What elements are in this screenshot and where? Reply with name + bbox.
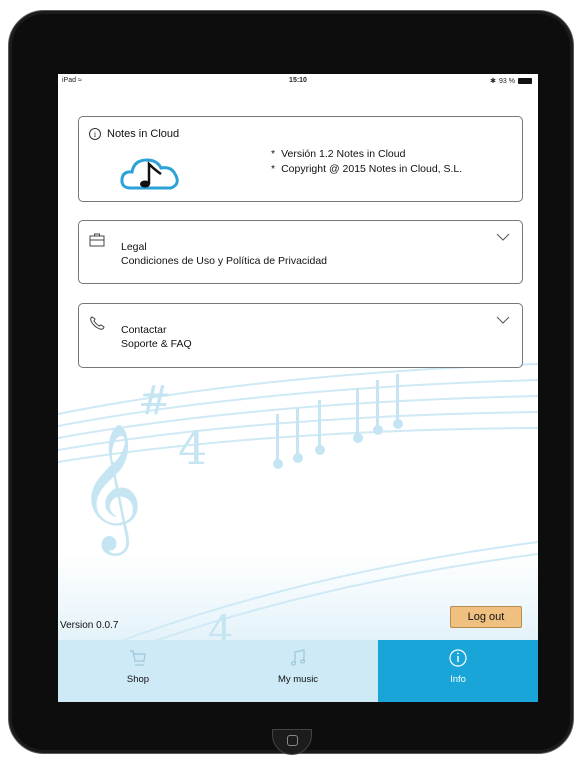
tab-shop[interactable]: Shop (58, 640, 218, 702)
about-card: i Notes in Cloud * Versión 1.2 Notes in C… (78, 116, 523, 202)
app-version: Version 0.0.7 (60, 620, 119, 631)
cart-icon (130, 650, 146, 666)
chevron-down-icon[interactable] (496, 316, 510, 324)
tab-bar: Shop My music Info (58, 640, 538, 702)
svg-text:4: 4 (178, 421, 207, 475)
status-bar: iPad ≈ 15:10 ✱ 93 % (58, 74, 538, 88)
battery-icon (518, 78, 532, 84)
home-square-icon (287, 735, 298, 746)
chevron-down-icon[interactable] (496, 233, 510, 241)
about-title: Notes in Cloud (107, 128, 180, 140)
logout-button[interactable]: Log out (450, 606, 522, 628)
version-line: Versión 1.2 Notes in Cloud (281, 148, 406, 160)
legal-title: Legal (121, 241, 147, 253)
tab-my-music[interactable]: My music (218, 640, 378, 702)
app-screen: iPad ≈ 15:10 ✱ 93 % 𝄞 # 4 4 i Notes in C… (58, 74, 538, 702)
briefcase-icon (89, 233, 105, 247)
contact-card[interactable]: Contactar Soporte & FAQ (78, 303, 523, 368)
copyright-line: Copyright @ 2015 Notes in Cloud, S.L. (281, 163, 463, 175)
home-button[interactable] (272, 729, 312, 755)
tab-label: My music (277, 674, 319, 685)
legal-card[interactable]: Legal Condiciones de Uso y Política de P… (78, 220, 523, 284)
tab-label: Shop (126, 674, 150, 685)
contact-title: Contactar (121, 324, 167, 336)
tab-info[interactable]: Info (378, 640, 538, 702)
battery-status: ✱ 93 % (490, 77, 532, 85)
tab-label: Info (450, 674, 466, 685)
contact-subtitle: Soporte & FAQ (121, 338, 192, 350)
info-icon (449, 649, 467, 667)
info-icon: i (89, 128, 101, 140)
status-time: 15:10 (289, 77, 307, 84)
svg-text:#: # (138, 378, 172, 424)
version-info: * Versión 1.2 Notes in Cloud * Copyright @… (271, 148, 463, 175)
bluetooth-icon: ✱ (490, 78, 497, 85)
svg-text:𝄞: 𝄞 (78, 422, 143, 556)
phone-icon (90, 316, 105, 330)
notes-in-cloud-logo (120, 158, 179, 190)
music-note-icon (290, 649, 306, 666)
legal-subtitle: Condiciones de Uso y Política de Privaci… (121, 255, 328, 267)
